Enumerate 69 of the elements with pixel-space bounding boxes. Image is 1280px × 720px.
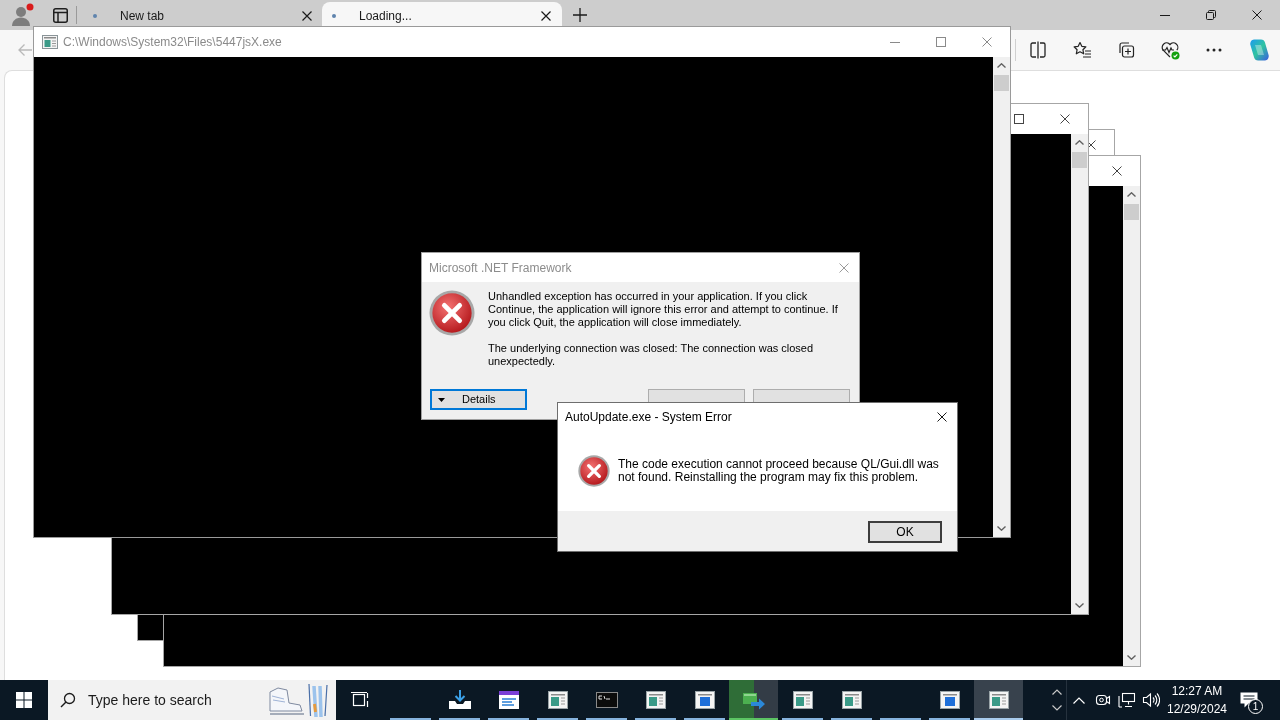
dialog-message: Unhandled exception has occurred in your application. If you click Continue, the application will ignore this error and attempt to continue. If you click Quit, the application will close immediately. [488, 290, 839, 329]
caret-down-icon[interactable] [438, 397, 445, 402]
scrollbar[interactable] [993, 57, 1010, 537]
heart-pulse-icon[interactable] [1160, 40, 1180, 60]
task-view-icon[interactable] [350, 691, 370, 709]
close-icon[interactable] [1252, 10, 1262, 20]
scroll-down-icon[interactable] [997, 526, 1006, 531]
close-icon[interactable] [937, 412, 947, 422]
network-icon[interactable] [1118, 692, 1136, 708]
search-input[interactable]: Type here to search [88, 689, 258, 711]
restore-icon[interactable] [1206, 10, 1216, 20]
scroll-thumb[interactable] [1124, 204, 1139, 220]
collections-icon[interactable] [1116, 40, 1136, 60]
favicon-icon [332, 14, 336, 18]
maximize-icon[interactable] [1014, 114, 1024, 124]
download-icon[interactable] [447, 688, 472, 712]
chevron-up-icon[interactable] [1073, 696, 1085, 704]
search-icon [60, 692, 76, 708]
minimize-icon[interactable] [1160, 14, 1170, 16]
tab-title: Loading... [359, 8, 412, 25]
close-icon[interactable] [541, 11, 551, 21]
app-window-icon [42, 35, 58, 49]
scroll-thumb[interactable] [994, 75, 1009, 91]
plus-icon[interactable] [573, 8, 587, 22]
volume-icon[interactable] [1142, 692, 1160, 708]
app-window-icon[interactable] [643, 688, 668, 712]
dialog-title: AutoUpdate.exe - System Error [565, 409, 732, 426]
scrollbar[interactable] [1123, 186, 1140, 666]
scroll-thumb[interactable] [1072, 152, 1087, 168]
scroll-up-icon[interactable] [1075, 140, 1084, 145]
app-window-icon[interactable] [790, 688, 815, 712]
browser-tab[interactable]: New tab [85, 2, 320, 30]
app-window-icon[interactable] [986, 688, 1011, 712]
more-icon[interactable] [1206, 48, 1222, 52]
scroll-up-icon[interactable] [997, 63, 1006, 68]
dialog-button[interactable]: Details [430, 389, 527, 410]
app-window-icon[interactable] [937, 688, 962, 712]
scroll-up-icon[interactable] [1127, 192, 1136, 197]
tab-actions-icon[interactable] [52, 7, 68, 23]
scroll-down-icon[interactable] [1127, 655, 1136, 660]
window-title: C:\Windows\System32\Files\5447jsX.exe [63, 34, 282, 51]
scrollbar[interactable] [1071, 134, 1088, 614]
split-screen-icon[interactable] [1028, 40, 1048, 60]
app-window-icon[interactable] [692, 688, 717, 712]
dialog-button[interactable]: OK [868, 521, 942, 543]
notification-badge: 1 [1248, 699, 1263, 714]
scroll-down-icon[interactable] [1075, 603, 1084, 608]
clock-time[interactable]: 12:27 AM [1171, 682, 1223, 700]
profile-icon[interactable] [10, 3, 34, 27]
dialog-message: The code execution cannot proceed because QL/Gui.dll was not found. Reinstalling the program may fix this problem. [618, 458, 940, 484]
app-window-icon[interactable] [545, 688, 570, 712]
camera-icon[interactable] [1095, 692, 1111, 708]
tab-title: New tab [120, 8, 165, 25]
clock-date[interactable]: 12/29/2024 [1166, 700, 1228, 718]
search-field[interactable]: Type here to search [48, 680, 336, 720]
document-window-icon[interactable] [496, 688, 521, 712]
favorites-icon[interactable] [1072, 40, 1092, 60]
error-icon [429, 290, 475, 336]
dialog-message: The underlying connection was closed: The connection was closed unexpectedly. [488, 342, 815, 368]
winter-sports-drawing [266, 682, 330, 718]
error-icon [578, 455, 610, 487]
favicon-icon [93, 14, 97, 18]
taskbar-button[interactable] [974, 680, 1023, 720]
close-icon[interactable] [302, 11, 312, 21]
close-icon[interactable] [1060, 114, 1070, 124]
close-icon[interactable] [1112, 166, 1122, 176]
dialog-title: Microsoft .NET Framework [429, 259, 572, 277]
app-window-icon[interactable] [839, 688, 864, 712]
windows-logo-icon[interactable] [16, 692, 32, 708]
